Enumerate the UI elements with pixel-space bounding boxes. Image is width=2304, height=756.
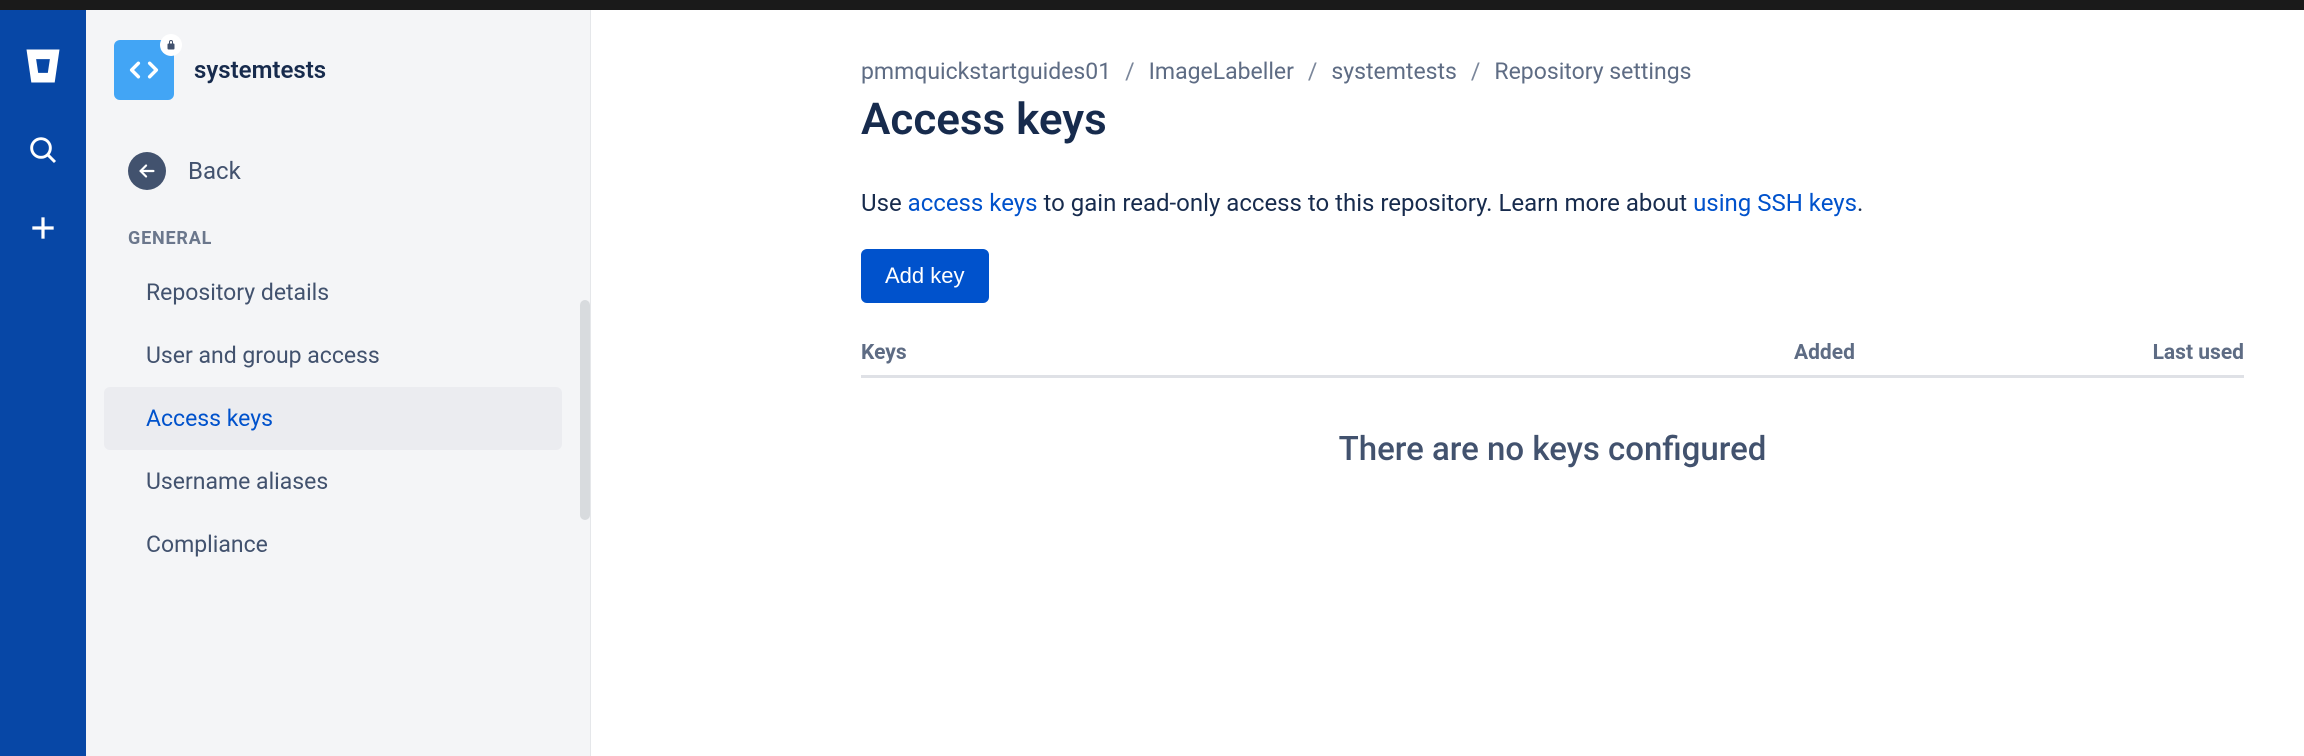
- sidebar-item-repository-details[interactable]: Repository details: [104, 261, 562, 324]
- sidebar-scrollbar[interactable]: [580, 300, 590, 520]
- page-description: Use access keys to gain read-only access…: [861, 189, 2244, 217]
- main-layout: systemtests Back GENERAL Repository deta…: [0, 10, 2304, 756]
- back-arrow-icon: [128, 152, 166, 190]
- main-content: pmmquickstartguides01 / ImageLabeller / …: [591, 10, 2304, 756]
- breadcrumb-project[interactable]: ImageLabeller: [1149, 58, 1294, 85]
- breadcrumb-separator: /: [1308, 58, 1318, 85]
- sidebar-item-user-group-access[interactable]: User and group access: [104, 324, 562, 387]
- empty-state-message: There are no keys configured: [861, 430, 2244, 469]
- repo-icon-wrap: [114, 40, 174, 100]
- repo-name: systemtests: [194, 56, 326, 84]
- breadcrumb-settings[interactable]: Repository settings: [1494, 58, 1691, 85]
- search-icon[interactable]: [25, 132, 61, 168]
- bitbucket-logo-icon: [21, 44, 65, 88]
- sidebar-item-label: Username aliases: [146, 468, 328, 495]
- global-nav: [0, 10, 86, 756]
- th-last-used: Last used: [2074, 341, 2244, 365]
- breadcrumb-separator: /: [1125, 58, 1135, 85]
- sidebar-item-username-aliases[interactable]: Username aliases: [104, 450, 562, 513]
- repo-header: systemtests: [86, 40, 590, 100]
- link-access-keys[interactable]: access keys: [908, 189, 1038, 217]
- plus-icon[interactable]: [25, 210, 61, 246]
- lock-icon: [160, 34, 182, 56]
- breadcrumb-separator: /: [1471, 58, 1481, 85]
- sidebar-section-general: GENERAL: [86, 228, 590, 261]
- sidebar-item-label: Access keys: [146, 405, 273, 432]
- breadcrumb-workspace[interactable]: pmmquickstartguides01: [861, 58, 1111, 85]
- th-keys: Keys: [861, 341, 1794, 365]
- breadcrumb-repo[interactable]: systemtests: [1331, 58, 1457, 85]
- sidebar-item-label: Repository details: [146, 279, 329, 306]
- back-button[interactable]: Back: [86, 142, 590, 200]
- link-using-ssh-keys[interactable]: using SSH keys: [1693, 189, 1857, 217]
- page-title: Access keys: [861, 93, 2244, 145]
- sidebar: systemtests Back GENERAL Repository deta…: [86, 10, 591, 756]
- back-label: Back: [188, 157, 241, 185]
- sidebar-item-compliance[interactable]: Compliance: [104, 513, 562, 576]
- table-header: Keys Added Last used: [861, 341, 2244, 378]
- sidebar-item-access-keys[interactable]: Access keys: [104, 387, 562, 450]
- code-icon: [126, 52, 162, 88]
- add-key-button[interactable]: Add key: [861, 249, 989, 303]
- sidebar-item-label: Compliance: [146, 531, 268, 558]
- breadcrumb: pmmquickstartguides01 / ImageLabeller / …: [861, 58, 2244, 85]
- th-added: Added: [1794, 341, 2074, 365]
- bitbucket-logo[interactable]: [19, 42, 67, 90]
- window-top-bar: [0, 0, 2304, 10]
- sidebar-item-label: User and group access: [146, 342, 380, 369]
